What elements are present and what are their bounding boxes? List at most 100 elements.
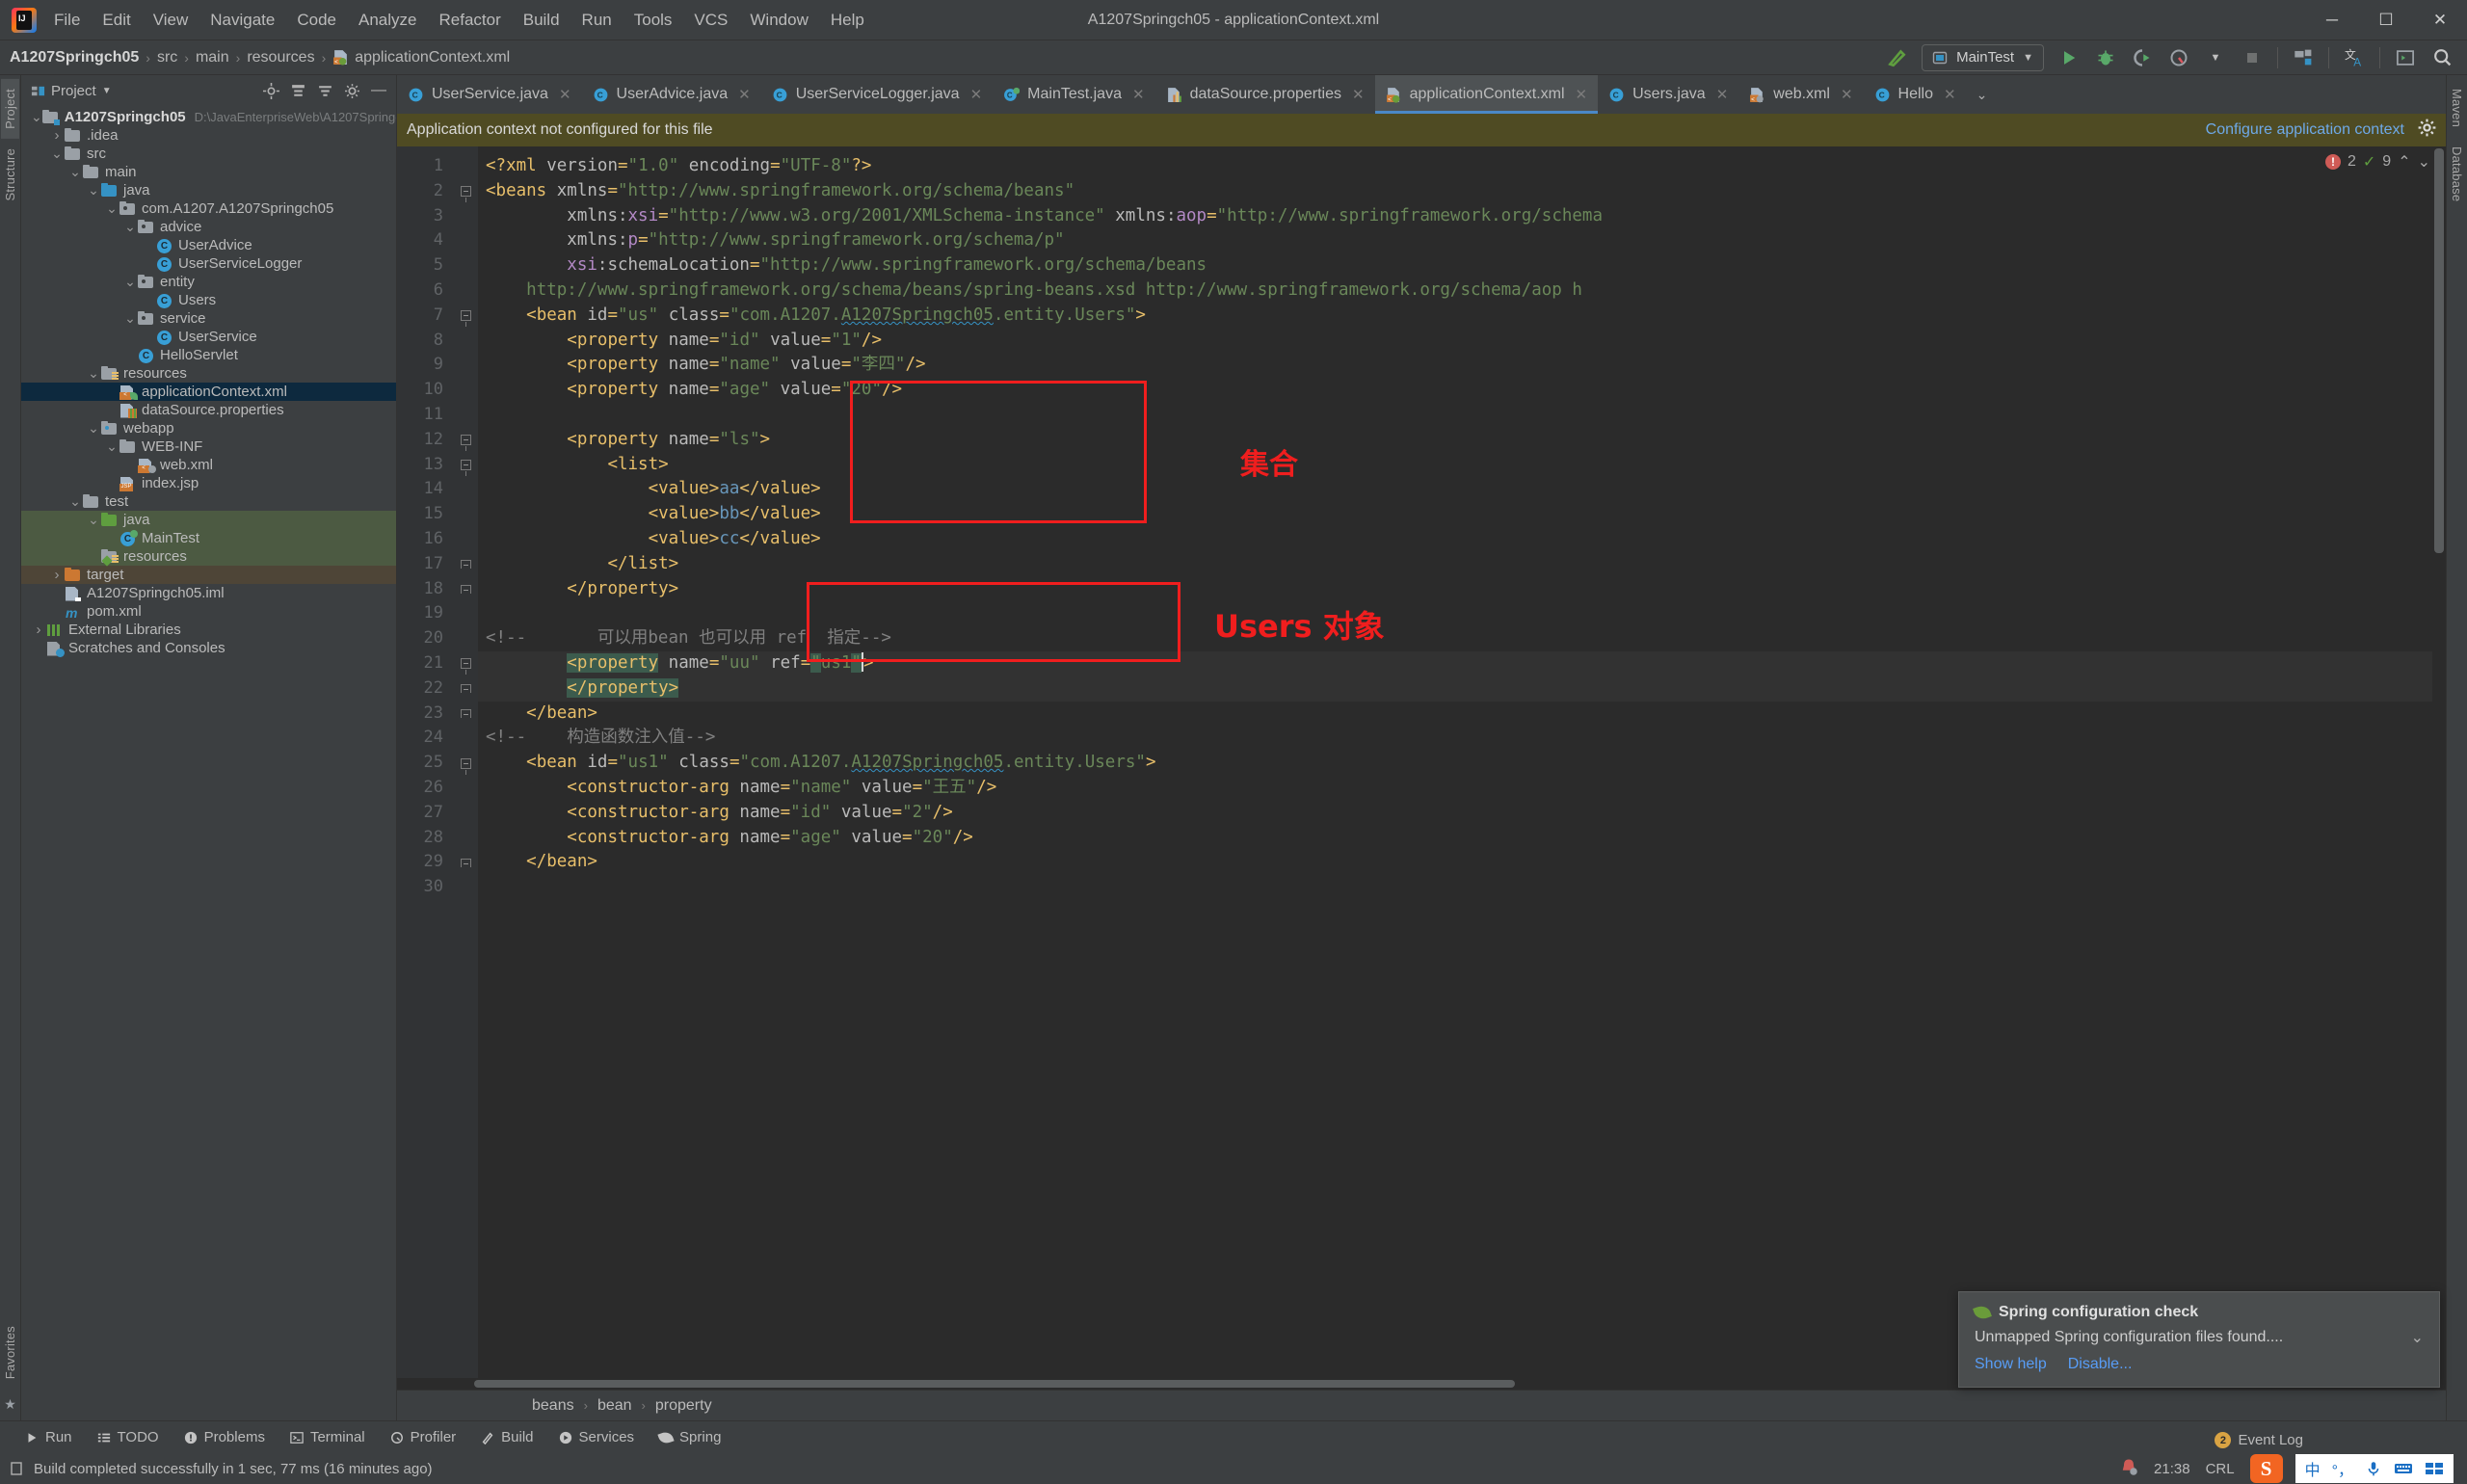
tree-node-scratches-and-consoles[interactable]: Scratches and Consoles	[21, 639, 396, 657]
menu-item-help[interactable]: Help	[831, 11, 864, 30]
close-tab-icon[interactable]: ✕	[1576, 86, 1588, 103]
code-line[interactable]	[478, 875, 2432, 900]
disable-link[interactable]: Disable...	[2068, 1356, 2133, 1373]
tool-button-profiler[interactable]: Profiler	[390, 1429, 456, 1445]
notification-alert-icon[interactable]	[2119, 1457, 2138, 1480]
fold-toggle-icon[interactable]	[460, 560, 471, 570]
tree-node-datasource-properties[interactable]: dataSource.properties	[21, 401, 396, 419]
chevron-down-icon[interactable]: ▼	[102, 86, 112, 96]
code-folding-column[interactable]	[453, 146, 478, 1378]
inspection-widget[interactable]: ! 2 ✓ 9 ⌃ ⌄	[2324, 152, 2430, 172]
tree-node-advice[interactable]: ⌄ advice	[21, 218, 396, 236]
menu-item-file[interactable]: File	[54, 11, 80, 30]
code-line[interactable]	[478, 403, 2432, 428]
close-tab-icon[interactable]: ✕	[970, 86, 983, 103]
code-line[interactable]	[478, 601, 2432, 626]
chevron-right-icon[interactable]: ›	[49, 566, 65, 584]
code-line[interactable]: <value>cc</value>	[478, 527, 2432, 552]
close-button[interactable]: ✕	[2413, 0, 2467, 40]
tool-button-build[interactable]: Build	[481, 1429, 534, 1445]
tree-node-applicationcontext-xml[interactable]: < applicationContext.xml	[21, 383, 396, 401]
code-line[interactable]: <property name="age" value="20"/>	[478, 378, 2432, 403]
chevron-down-icon[interactable]: ⌄	[104, 199, 119, 218]
run-icon[interactable]	[2057, 46, 2081, 69]
sidebar-tab-structure[interactable]: Structure	[1, 139, 19, 211]
collapse-all-icon[interactable]	[317, 83, 333, 99]
breadcrumb-resources[interactable]: resources	[247, 49, 314, 66]
chevron-down-icon[interactable]: ⌄	[122, 273, 138, 291]
editor-scrollbar[interactable]	[2432, 146, 2446, 1378]
close-tab-icon[interactable]: ✕	[738, 86, 751, 103]
code-line[interactable]: </list>	[478, 552, 2432, 577]
fold-toggle-icon[interactable]	[460, 684, 471, 694]
breadcrumb-main[interactable]: main	[196, 49, 229, 66]
code-fold-marker[interactable]	[453, 751, 478, 776]
chevron-down-icon[interactable]: ⌄	[86, 511, 101, 529]
sidebar-tab-project[interactable]: Project	[1, 79, 19, 139]
tree-node-java[interactable]: ⌄ java	[21, 511, 396, 529]
code-line[interactable]: <constructor-arg name="age" value="20"/>	[478, 826, 2432, 851]
project-tree[interactable]: ⌄ A1207Springch05 D:\JavaEnterpriseWeb\A12…	[21, 106, 396, 1420]
editor-tab-users-java[interactable]: C Users.java ✕	[1598, 75, 1738, 114]
editor-tab-bar[interactable]: C UserService.java ✕ C UserAdvice.java ✕ C User…	[397, 75, 2446, 114]
menu-item-build[interactable]: Build	[523, 11, 560, 30]
code-line[interactable]: <value>bb</value>	[478, 502, 2432, 527]
tree-node-resources[interactable]: ⌄ resources	[21, 364, 396, 383]
code-line[interactable]: <property name="name" value="李四"/>	[478, 353, 2432, 378]
close-tab-icon[interactable]: ✕	[1944, 86, 1956, 103]
hide-panel-icon[interactable]: —	[371, 82, 386, 99]
prev-problem-icon[interactable]: ⌃	[2398, 152, 2410, 172]
breadcrumb-property[interactable]: property	[655, 1397, 712, 1415]
bottom-tool-window-bar[interactable]: Run TODO Problems Terminal Profiler Buil…	[0, 1420, 2467, 1453]
code-line[interactable]: <property name="uu" ref="us1" >	[478, 650, 2432, 676]
breadcrumb-beans[interactable]: beans	[532, 1397, 574, 1415]
mic-icon[interactable]	[2365, 1460, 2382, 1477]
chevron-right-icon[interactable]: ›	[31, 621, 46, 639]
event-log-label[interactable]: Event Log	[2238, 1432, 2303, 1448]
sogou-ime-logo-icon[interactable]: S	[2249, 1454, 2283, 1483]
editor-tab-applicationcontext-xml[interactable]: < applicationContext.xml ✕	[1374, 75, 1599, 114]
breadcrumb-file[interactable]: < applicationContext.xml	[332, 49, 510, 66]
code-line[interactable]: <!-- 构造函数注入值-->	[478, 726, 2432, 751]
translate-icon[interactable]: 文A	[2343, 46, 2366, 69]
chevron-down-icon[interactable]: ⌄	[31, 108, 42, 126]
menu-item-tools[interactable]: Tools	[634, 11, 673, 30]
breadcrumb-src[interactable]: src	[157, 49, 177, 66]
tree-node-pom-xml[interactable]: m pom.xml	[21, 602, 396, 621]
tree-node-com-a1207-a1207springch05[interactable]: ⌄ com.A1207.A1207Springch05	[21, 199, 396, 218]
run-with-coverage-icon[interactable]	[2131, 46, 2154, 69]
chevron-down-icon[interactable]: ⌄	[67, 492, 83, 511]
next-problem-icon[interactable]: ⌄	[2418, 152, 2430, 172]
code-line[interactable]: <property name="id" value="1"/>	[478, 329, 2432, 354]
editor-tab-datasource-properties[interactable]: dataSource.properties ✕	[1155, 75, 1375, 114]
fold-toggle-icon[interactable]	[460, 858, 471, 867]
tree-node-main[interactable]: ⌄ main	[21, 163, 396, 181]
code-line[interactable]: xmlns:xsi="http://www.w3.org/2001/XMLSch…	[478, 204, 2432, 229]
code-line[interactable]: <bean id="us1" class="com.A1207.A1207Spr…	[478, 751, 2432, 776]
expand-all-icon[interactable]	[290, 83, 306, 99]
code-line[interactable]: <!-- 可以用bean 也可以用 ref 指定-->	[478, 626, 2432, 651]
code-fold-marker[interactable]	[453, 552, 478, 577]
code-fold-marker[interactable]	[453, 850, 478, 875]
stop-icon[interactable]	[2241, 46, 2264, 69]
code-fold-marker[interactable]	[453, 702, 478, 727]
editor-tab-userservicelogger-java[interactable]: C UserServiceLogger.java ✕	[761, 75, 993, 114]
code-fold-marker[interactable]	[453, 453, 478, 478]
tree-node-web-inf[interactable]: ⌄ WEB-INF	[21, 437, 396, 456]
tool-button-terminal[interactable]: Terminal	[290, 1429, 365, 1445]
sidebar-tab-maven[interactable]: Maven	[2448, 79, 2466, 137]
maximize-button[interactable]: ☐	[2359, 0, 2413, 40]
code-line[interactable]: <?xml version="1.0" encoding="UTF-8"?>	[478, 154, 2432, 179]
show-help-link[interactable]: Show help	[1975, 1356, 2047, 1373]
code-fold-marker[interactable]	[453, 428, 478, 453]
keyboard-icon[interactable]	[2394, 1460, 2413, 1477]
chevron-down-icon[interactable]: ⌄	[122, 309, 138, 328]
breadcrumb-bean[interactable]: bean	[597, 1397, 632, 1415]
terminal-icon[interactable]	[2394, 46, 2417, 69]
tree-node-resources[interactable]: resources	[21, 547, 396, 567]
tree-node-a1207springch05-iml[interactable]: A1207Springch05.iml	[21, 584, 396, 602]
editor-tab-hello[interactable]: C Hello ✕	[1864, 75, 1967, 114]
debug-icon[interactable]	[2094, 46, 2117, 69]
editor-tab-userservice-java[interactable]: C UserService.java ✕	[397, 75, 582, 114]
chevron-down-icon[interactable]: ⌄	[49, 145, 65, 163]
